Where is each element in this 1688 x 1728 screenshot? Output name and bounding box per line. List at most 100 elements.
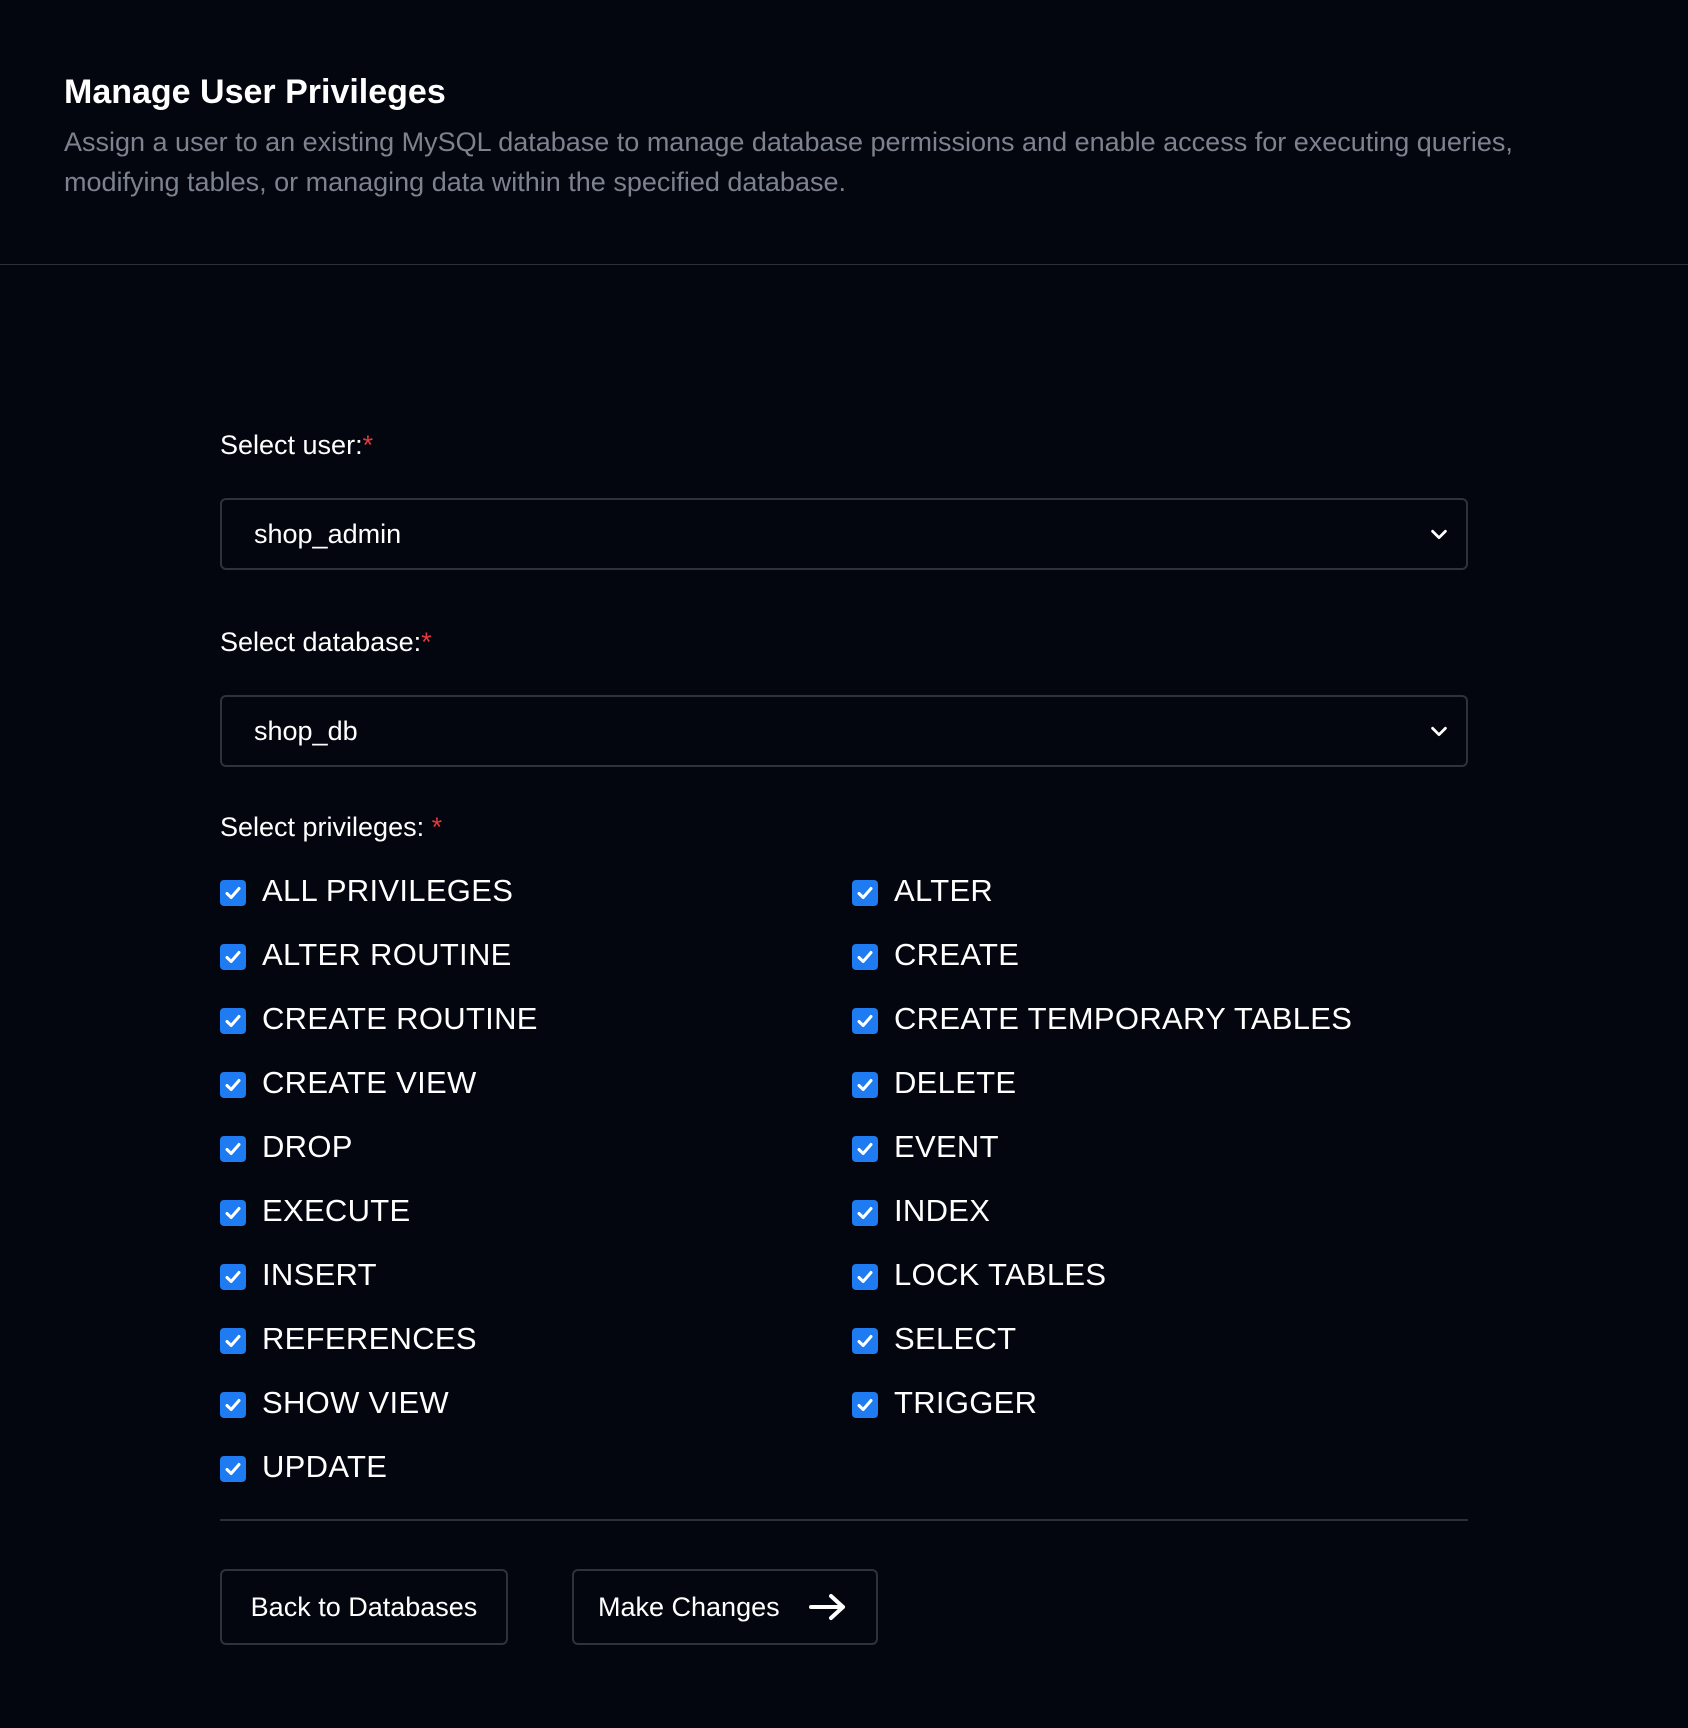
privileges-form: Select user:* shop_admin Select database… bbox=[220, 425, 1468, 1645]
privilege-label: DELETE bbox=[894, 1065, 1017, 1100]
privilege-checkbox-drop[interactable]: DROP bbox=[220, 1115, 852, 1179]
form-actions: Back to Databases Make Changes bbox=[220, 1569, 1468, 1645]
privilege-label: LOCK TABLES bbox=[894, 1257, 1107, 1292]
privilege-label: ALTER ROUTINE bbox=[262, 937, 512, 972]
checkbox[interactable] bbox=[220, 1456, 246, 1482]
privilege-checkbox-show-view[interactable]: SHOW VIEW bbox=[220, 1371, 852, 1435]
check-icon bbox=[225, 1335, 241, 1347]
checkbox[interactable] bbox=[220, 1008, 246, 1034]
back-to-databases-label: Back to Databases bbox=[250, 1591, 478, 1622]
privilege-label: INDEX bbox=[894, 1193, 991, 1228]
chevron-down-icon bbox=[1431, 726, 1447, 737]
check-icon bbox=[225, 1079, 241, 1091]
check-icon bbox=[225, 1207, 241, 1219]
privilege-checkbox-index[interactable]: INDEX bbox=[852, 1179, 1468, 1243]
chevron-down-icon bbox=[1431, 529, 1447, 540]
privilege-label: DROP bbox=[262, 1129, 353, 1164]
privilege-checkbox-insert[interactable]: INSERT bbox=[220, 1243, 852, 1307]
checkbox[interactable] bbox=[852, 944, 878, 970]
check-icon bbox=[225, 1399, 241, 1411]
check-icon bbox=[225, 1271, 241, 1283]
check-icon bbox=[857, 1015, 873, 1027]
required-marker: * bbox=[421, 627, 432, 657]
check-icon bbox=[857, 1143, 873, 1155]
privilege-label: CREATE ROUTINE bbox=[262, 1001, 538, 1036]
privilege-checkbox-create-view[interactable]: CREATE VIEW bbox=[220, 1051, 852, 1115]
check-icon bbox=[225, 951, 241, 963]
checkbox[interactable] bbox=[220, 1328, 246, 1354]
check-icon bbox=[225, 1143, 241, 1155]
check-icon bbox=[225, 1015, 241, 1027]
make-changes-label: Make Changes bbox=[598, 1591, 780, 1622]
privilege-label: TRIGGER bbox=[894, 1385, 1038, 1420]
check-icon bbox=[857, 1207, 873, 1219]
privilege-label: CREATE bbox=[894, 937, 1020, 972]
privilege-label: ALL PRIVILEGES bbox=[262, 873, 514, 908]
privilege-checkbox-references[interactable]: REFERENCES bbox=[220, 1307, 852, 1371]
form-divider bbox=[220, 1519, 1468, 1521]
check-icon bbox=[225, 887, 241, 899]
privilege-checkbox-event[interactable]: EVENT bbox=[852, 1115, 1468, 1179]
privilege-checkbox-create[interactable]: CREATE bbox=[852, 923, 1468, 987]
privilege-checkbox-alter-routine[interactable]: ALTER ROUTINE bbox=[220, 923, 852, 987]
select-database-label-text: Select database: bbox=[220, 627, 422, 657]
checkbox[interactable] bbox=[220, 1264, 246, 1290]
privilege-checkbox-all-privileges[interactable]: ALL PRIVILEGES bbox=[220, 859, 852, 923]
checkbox[interactable] bbox=[852, 1008, 878, 1034]
check-icon bbox=[857, 951, 873, 963]
privilege-label: CREATE VIEW bbox=[262, 1065, 477, 1100]
privileges-list: ALL PRIVILEGES ALTER ALTER ROUTINE CREATE CR… bbox=[220, 859, 1468, 1499]
checkbox[interactable] bbox=[220, 880, 246, 906]
checkbox[interactable] bbox=[852, 1328, 878, 1354]
check-icon bbox=[225, 1463, 241, 1475]
check-icon bbox=[857, 1271, 873, 1283]
check-icon bbox=[857, 1335, 873, 1347]
checkbox[interactable] bbox=[220, 1136, 246, 1162]
back-to-databases-button[interactable]: Back to Databases bbox=[220, 1569, 508, 1645]
page-header: Manage User Privileges Assign a user to … bbox=[0, 0, 1688, 265]
privilege-label: EXECUTE bbox=[262, 1193, 411, 1228]
privilege-label: UPDATE bbox=[262, 1449, 388, 1484]
checkbox[interactable] bbox=[852, 1200, 878, 1226]
arrow-right-icon bbox=[808, 1594, 845, 1620]
privilege-checkbox-create-routine[interactable]: CREATE ROUTINE bbox=[220, 987, 852, 1051]
privilege-checkbox-lock-tables[interactable]: LOCK TABLES bbox=[852, 1243, 1468, 1307]
privilege-label: CREATE TEMPORARY TABLES bbox=[894, 1001, 1353, 1036]
privilege-checkbox-select[interactable]: SELECT bbox=[852, 1307, 1468, 1371]
privilege-label: INSERT bbox=[262, 1257, 377, 1292]
privilege-label: REFERENCES bbox=[262, 1321, 477, 1356]
select-user-value: shop_admin bbox=[254, 518, 402, 549]
page: Manage User Privileges Assign a user to … bbox=[0, 0, 1688, 1728]
select-database-dropdown[interactable]: shop_db bbox=[220, 695, 1468, 767]
checkbox[interactable] bbox=[852, 880, 878, 906]
privilege-label: SELECT bbox=[894, 1321, 1017, 1356]
checkbox[interactable] bbox=[852, 1136, 878, 1162]
check-icon bbox=[857, 887, 873, 899]
required-marker: * bbox=[362, 430, 374, 460]
checkbox[interactable] bbox=[852, 1392, 878, 1418]
privilege-checkbox-create-temporary-tables[interactable]: CREATE TEMPORARY TABLES bbox=[852, 987, 1468, 1051]
privilege-checkbox-update[interactable]: UPDATE bbox=[220, 1435, 852, 1499]
required-marker: * bbox=[431, 812, 443, 842]
select-user-label-text: Select user: bbox=[220, 430, 363, 460]
check-icon bbox=[857, 1079, 873, 1091]
select-privileges-label: Select privileges: * bbox=[220, 807, 1468, 847]
page-title: Manage User Privileges bbox=[64, 73, 446, 111]
privilege-checkbox-alter[interactable]: ALTER bbox=[852, 859, 1468, 923]
make-changes-button[interactable]: Make Changes bbox=[572, 1569, 878, 1645]
page-description: Assign a user to an existing MySQL datab… bbox=[64, 127, 1513, 197]
select-database-value: shop_db bbox=[254, 715, 358, 746]
check-icon bbox=[857, 1399, 873, 1411]
checkbox[interactable] bbox=[852, 1264, 878, 1290]
checkbox[interactable] bbox=[220, 1072, 246, 1098]
checkbox[interactable] bbox=[852, 1072, 878, 1098]
privilege-label: SHOW VIEW bbox=[262, 1385, 449, 1420]
checkbox[interactable] bbox=[220, 944, 246, 970]
privilege-checkbox-delete[interactable]: DELETE bbox=[852, 1051, 1468, 1115]
select-user-label: Select user:* bbox=[220, 425, 1468, 465]
checkbox[interactable] bbox=[220, 1392, 246, 1418]
privilege-checkbox-trigger[interactable]: TRIGGER bbox=[852, 1371, 1468, 1435]
select-user-dropdown[interactable]: shop_admin bbox=[220, 498, 1468, 570]
privilege-checkbox-execute[interactable]: EXECUTE bbox=[220, 1179, 852, 1243]
checkbox[interactable] bbox=[220, 1200, 246, 1226]
